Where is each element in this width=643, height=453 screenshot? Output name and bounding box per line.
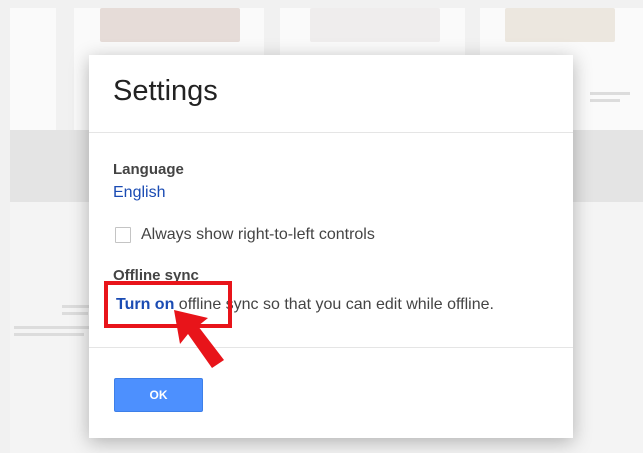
settings-dialog: Settings Language English Always show ri… [89,55,573,438]
offline-sync-label: Offline sync [113,267,199,284]
rtl-checkbox[interactable] [115,227,131,243]
background-text-line [14,326,94,329]
background-thumbnail [100,8,240,42]
background-text-line [590,99,620,102]
offline-sync-text: offline sync so that you can edit while … [174,296,494,313]
background-text-line [62,312,88,315]
background-text-line [14,333,84,336]
screen: Settings Language English Always show ri… [0,0,643,453]
dialog-title: Settings [113,75,218,107]
title-divider [89,132,573,133]
ok-button[interactable]: OK [114,378,203,412]
rtl-controls-row[interactable]: Always show right-to-left controls [115,226,375,244]
language-link[interactable]: English [113,184,165,202]
background-thumbnail [310,8,440,42]
background-thumbnail [505,8,615,42]
language-label: Language [113,161,184,178]
turn-on-offline-link[interactable]: Turn on [116,296,174,313]
offline-sync-description: Turn on offline sync so that you can edi… [116,296,494,314]
rtl-checkbox-label[interactable]: Always show right-to-left controls [141,226,375,244]
footer-divider [89,347,573,348]
background-text-line [590,92,630,95]
background-card [10,8,56,130]
